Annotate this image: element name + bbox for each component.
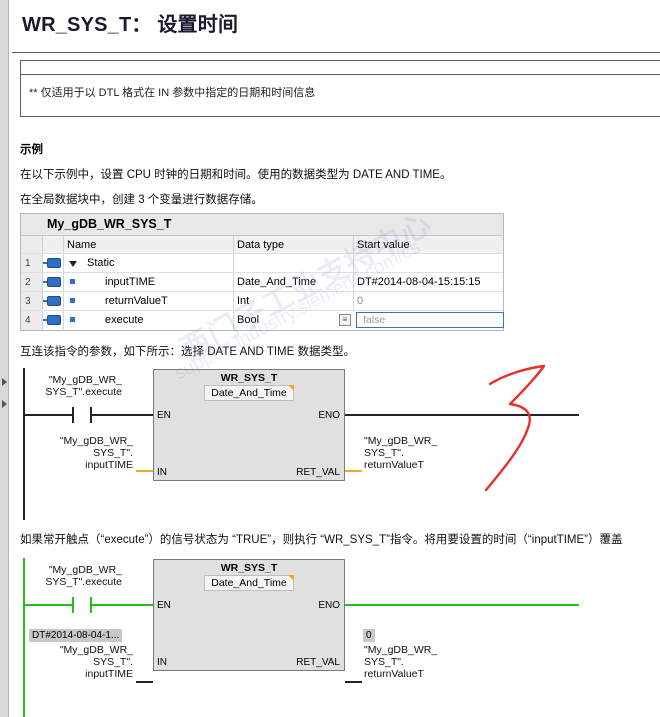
example-paragraph-3: 互连该指令的参数，如下所示：选择 DATE AND TIME 数据类型。 <box>20 346 356 358</box>
power-rail <box>23 558 25 717</box>
collapse-triangle-icon[interactable] <box>69 261 77 267</box>
pin-eno: ENO <box>318 410 340 421</box>
variable-start-value: 0 <box>357 295 364 307</box>
pin-in: IN <box>157 467 167 478</box>
column-header-data-type: Data type <box>237 239 285 251</box>
block-name: WR_SYS_T <box>220 372 278 384</box>
row-number: 2 <box>21 273 43 291</box>
rung-wire <box>92 604 153 606</box>
start-value-input[interactable]: false <box>356 312 504 328</box>
output-operand-label[interactable]: "My_gDB_WR_ SYS_T". returnValueT <box>364 644 437 680</box>
normally-open-contact[interactable] <box>72 597 92 613</box>
input-wire <box>136 681 153 683</box>
output-wire <box>345 681 362 683</box>
member-bullet-icon <box>70 279 75 284</box>
column-header-start-value: Start value <box>357 239 410 251</box>
title-divider <box>12 52 660 53</box>
pin-in: IN <box>157 657 167 668</box>
ladder-network-1: "My_gDB_WR_ SYS_T".execute WR_SYS_T Date_… <box>0 360 660 520</box>
variable-name: inputTIME <box>105 276 156 288</box>
db-variable-icon <box>43 315 61 325</box>
row-number: 4 <box>21 311 43 330</box>
table-row[interactable]: 4 execute Bool ≡ false <box>21 311 504 330</box>
note-text: ** 仅适用于以 DTL 格式在 IN 参数中指定的日期和时间信息 <box>29 87 316 99</box>
contact-label: "My_gDB_WR_ SYS_T".execute <box>45 374 122 398</box>
example-paragraph-4: 如果常开触点（“execute”）的信号状态为 “TRUE”，则执行 “WR_S… <box>20 534 623 546</box>
example-paragraph-2: 在全局数据块中，创建 3 个变量进行数据存储。 <box>20 194 263 206</box>
block-type-selector[interactable]: Date_And_Time <box>204 575 294 591</box>
wr-sys-t-block[interactable]: WR_SYS_T Date_And_Time EN ENO IN RET_VAL <box>153 369 345 481</box>
pin-eno: ENO <box>318 600 340 611</box>
data-block-title: My_gDB_WR_SYS_T <box>21 214 503 236</box>
ladder-network-2: "My_gDB_WR_ SYS_T".execute WR_SYS_T Date_… <box>0 552 660 717</box>
rung-wire <box>24 414 72 416</box>
wr-sys-t-block[interactable]: WR_SYS_T Date_And_Time EN ENO IN RET_VAL <box>153 559 345 671</box>
db-variable-icon <box>43 296 61 306</box>
table-row[interactable]: 3 returnValueT Int 0 <box>21 292 503 311</box>
input-operand-label[interactable]: "My_gDB_WR_ SYS_T". inputTIME <box>40 435 133 471</box>
data-block-table: My_gDB_WR_SYS_T Name Data type Start val… <box>20 213 504 331</box>
handwritten-annotation <box>484 364 546 492</box>
variable-type: Date_And_Time <box>237 276 317 288</box>
db-variable-icon <box>43 277 61 287</box>
block-type-selector[interactable]: Date_And_Time <box>204 385 294 401</box>
input-operand-label[interactable]: "My_gDB_WR_ SYS_T". inputTIME <box>40 644 133 680</box>
input-wire <box>136 470 153 472</box>
member-bullet-icon <box>70 317 75 322</box>
variable-type: Bool <box>237 314 260 326</box>
variable-name: execute <box>105 314 144 326</box>
contact-label: "My_gDB_WR_ SYS_T".execute <box>45 564 122 588</box>
rung-wire <box>24 604 72 606</box>
table-row[interactable]: 2 inputTIME Date_And_Time DT#2014-08-04-… <box>21 273 503 292</box>
note-table-rule <box>21 74 660 75</box>
rung-wire <box>345 604 579 606</box>
rung-wire <box>92 414 153 416</box>
input-monitor-value: DT#2014-08-04-1... <box>29 629 123 642</box>
power-rail <box>23 368 25 520</box>
note-table: ** 仅适用于以 DTL 格式在 IN 参数中指定的日期和时间信息 <box>20 60 660 117</box>
page-title: WR_SYS_T： 设置时间 <box>22 14 239 36</box>
pin-ret-val: RET_VAL <box>296 657 340 668</box>
variable-type: Int <box>237 295 250 307</box>
pin-en: EN <box>157 410 171 421</box>
variable-name: returnValueT <box>105 295 168 307</box>
db-variable-icon <box>43 258 61 268</box>
example-heading: 示例 <box>20 144 43 156</box>
table-header-row: Name Data type Start value <box>21 236 503 254</box>
value-picker-icon[interactable]: ≡ <box>339 314 351 326</box>
row-number-header <box>21 236 43 253</box>
pin-ret-val: RET_VAL <box>296 467 340 478</box>
example-paragraph-1: 在以下示例中，设置 CPU 时钟的日期和时间。使用的数据类型为 DATE AND… <box>20 169 452 181</box>
output-operand-label[interactable]: "My_gDB_WR_ SYS_T". returnValueT <box>364 435 437 471</box>
normally-open-contact[interactable] <box>72 407 92 423</box>
block-name: WR_SYS_T <box>220 562 278 574</box>
variable-start-value: DT#2014-08-04-15:15:15 <box>357 276 481 288</box>
row-number: 1 <box>21 254 43 272</box>
column-header-name: Name <box>67 239 97 251</box>
output-monitor-value: 0 <box>363 629 375 642</box>
output-wire <box>345 470 362 472</box>
pin-en: EN <box>157 600 171 611</box>
variable-name: Static <box>87 257 115 269</box>
row-number: 3 <box>21 292 43 310</box>
member-bullet-icon <box>70 298 75 303</box>
table-row[interactable]: 1 Static <box>21 254 503 273</box>
